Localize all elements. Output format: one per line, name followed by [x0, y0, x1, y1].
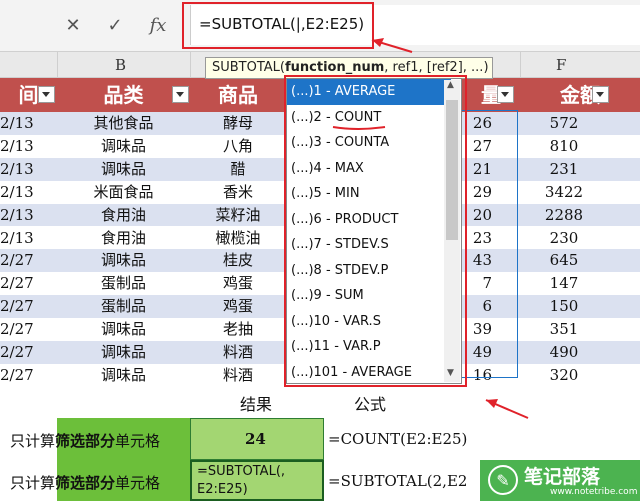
count-underline: [332, 126, 386, 130]
pen-icon: ✎: [488, 465, 518, 495]
annotation-overlay: [332, 38, 529, 419]
watermark-name: 笔记部落: [524, 466, 601, 488]
watermark-url: www.notetribe.com: [550, 487, 638, 497]
watermark: ✎ 笔记部落 www.notetribe.com: [480, 460, 640, 501]
